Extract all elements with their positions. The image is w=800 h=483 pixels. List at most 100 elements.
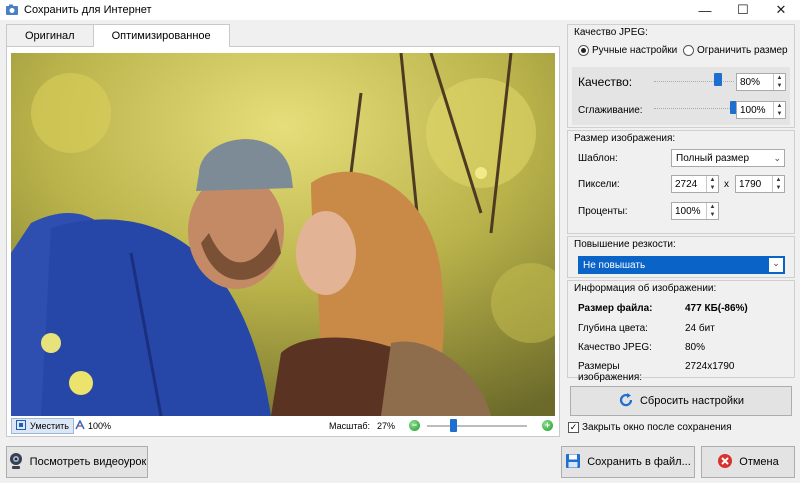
height-value: 1790 bbox=[739, 178, 762, 190]
sharpen-group: Повышение резкости: Не повышать ⌄ bbox=[567, 236, 795, 278]
preview-panel: Уместить 100% Масштаб: 27% − + bbox=[6, 46, 560, 437]
radio-limit-dot[interactable] bbox=[683, 45, 694, 56]
jpeg-quality-group: Качество JPEG: Ручные настройки Ограничи… bbox=[567, 24, 795, 128]
radio-manual-label: Ручные настройки bbox=[592, 45, 678, 56]
info-value: 24 бит bbox=[685, 323, 715, 334]
spin-up-icon[interactable]: ▲ bbox=[774, 74, 785, 82]
sharpen-group-label: Повышение резкости: bbox=[574, 239, 676, 250]
reset-icon bbox=[618, 392, 634, 411]
quality-label: Качество: bbox=[578, 75, 633, 89]
percent-spinbox[interactable]: 100% ▲ ▼ bbox=[671, 202, 719, 220]
size-group-label: Размер изображения: bbox=[574, 133, 676, 144]
smoothing-label: Сглаживание: bbox=[578, 105, 643, 116]
scale-slider-thumb[interactable] bbox=[450, 419, 457, 432]
fit-button[interactable]: Уместить bbox=[11, 418, 74, 434]
template-select[interactable]: Полный размер ⌄ bbox=[671, 149, 785, 167]
plus-icon: + bbox=[544, 420, 551, 430]
video-tutorial-button[interactable]: Посмотреть видеоурок bbox=[6, 446, 148, 478]
floppy-icon bbox=[565, 453, 581, 472]
cancel-label: Отмена bbox=[739, 456, 779, 468]
template-value: Полный размер bbox=[676, 152, 750, 164]
height-spinbox[interactable]: 1790 ▲ ▼ bbox=[735, 175, 785, 193]
tab-optimized[interactable]: Оптимизированное bbox=[92, 24, 230, 47]
preview-tabs: Оригинал Оптимизированное bbox=[6, 24, 230, 47]
smoothing-slider-track[interactable] bbox=[654, 103, 734, 109]
fit-label: Уместить bbox=[30, 421, 69, 431]
fit-icon bbox=[16, 420, 26, 432]
maximize-button[interactable]: ☐ bbox=[724, 0, 762, 20]
smoothing-value: 100% bbox=[740, 104, 766, 116]
chevron-down-icon: ⌄ bbox=[773, 153, 781, 163]
percent-label: Проценты: bbox=[578, 206, 628, 217]
info-key: Размер файла: bbox=[578, 303, 653, 314]
info-value: 80% bbox=[685, 342, 706, 353]
image-info-group: Информация об изображении: Размер файла:… bbox=[567, 280, 795, 383]
spin-down-icon[interactable]: ▼ bbox=[774, 110, 785, 118]
scale-label: Масштаб: bbox=[329, 421, 371, 431]
zoom-label: 100% bbox=[88, 421, 112, 431]
info-key: Размеры изображения: bbox=[578, 361, 643, 383]
settings-panel: Качество JPEG: Ручные настройки Ограничи… bbox=[567, 24, 795, 439]
reset-settings-button[interactable]: Сбросить настройки bbox=[570, 386, 792, 416]
window-title: Сохранить для Интернет bbox=[24, 4, 152, 16]
minus-icon: − bbox=[411, 420, 418, 430]
smoothing-spinbox[interactable]: 100% ▲ ▼ bbox=[736, 101, 786, 119]
info-key: Глубина цвета: bbox=[578, 323, 648, 334]
close-button[interactable]: ✕ bbox=[762, 0, 800, 20]
title-bar: Сохранить для Интернет — ☐ ✕ bbox=[0, 0, 800, 20]
quality-slider-track[interactable] bbox=[654, 76, 734, 82]
pixels-label: Пиксели: bbox=[578, 179, 620, 190]
close-after-save-label: Закрыть окно после сохранения bbox=[582, 422, 732, 433]
info-row: Качество JPEG: 80% bbox=[578, 342, 705, 353]
info-group-label: Информация об изображении: bbox=[574, 283, 717, 294]
quality-spinbox[interactable]: 80% ▲ ▼ bbox=[736, 73, 786, 91]
spin-down-icon[interactable]: ▼ bbox=[773, 184, 784, 192]
tab-original[interactable]: Оригинал bbox=[6, 24, 94, 46]
video-label: Посмотреть видеоурок bbox=[29, 456, 147, 468]
quality-value: 80% bbox=[740, 76, 761, 88]
info-row: Размер файла: 477 КБ(-86%) bbox=[578, 303, 748, 314]
jpeg-group-label: Качество JPEG: bbox=[574, 27, 648, 38]
info-row: Размеры изображения: 2724x1790 bbox=[578, 361, 735, 383]
spin-up-icon[interactable]: ▲ bbox=[774, 102, 785, 110]
minimize-button[interactable]: — bbox=[686, 0, 724, 20]
width-value: 2724 bbox=[675, 178, 698, 190]
percent-value: 100% bbox=[675, 205, 701, 217]
times-sign: x bbox=[724, 179, 729, 190]
radio-limit-label: Ограничить размер bbox=[697, 45, 788, 56]
spin-up-icon[interactable]: ▲ bbox=[773, 176, 784, 184]
quality-block: Качество: 80% ▲ ▼ Сглаживание: 100% ▲ ▼ bbox=[572, 67, 790, 125]
width-spinbox[interactable]: 2724 ▲ ▼ bbox=[671, 175, 719, 193]
spin-down-icon[interactable]: ▼ bbox=[774, 82, 785, 90]
zoom-in-button[interactable]: + bbox=[542, 420, 553, 431]
zoom-icon bbox=[75, 419, 85, 432]
chevron-down-icon: ⌄ bbox=[769, 258, 783, 272]
radio-manual[interactable]: Ручные настройки bbox=[578, 45, 677, 56]
info-value: 477 КБ(-86%) bbox=[685, 303, 748, 314]
image-size-group: Размер изображения: Шаблон: Полный разме… bbox=[567, 130, 795, 234]
actual-size-button[interactable]: 100% bbox=[75, 418, 111, 434]
save-label: Сохранить в файл... bbox=[587, 456, 691, 468]
cancel-button[interactable]: Отмена bbox=[701, 446, 795, 478]
scale-value: 27% bbox=[377, 421, 396, 431]
save-to-file-button[interactable]: Сохранить в файл... bbox=[561, 446, 695, 478]
sharpen-value: Не повышать bbox=[583, 259, 646, 271]
preview-toolbar: Уместить 100% Масштаб: 27% − + bbox=[7, 416, 559, 436]
quality-slider-thumb[interactable] bbox=[714, 73, 722, 86]
zoom-out-button[interactable]: − bbox=[409, 420, 420, 431]
spin-up-icon[interactable]: ▲ bbox=[707, 176, 718, 184]
radio-limit[interactable]: Ограничить размер bbox=[683, 45, 788, 56]
spin-up-icon[interactable]: ▲ bbox=[707, 203, 718, 211]
close-after-save-checkbox[interactable]: ✓ Закрыть окно после сохранения bbox=[568, 422, 732, 433]
app-icon bbox=[5, 3, 19, 17]
scale-slider-track[interactable] bbox=[427, 425, 527, 427]
sharpen-select[interactable]: Не повышать ⌄ bbox=[578, 256, 785, 274]
preview-image[interactable] bbox=[11, 53, 555, 416]
info-value: 2724x1790 bbox=[685, 361, 735, 372]
webcam-icon bbox=[8, 452, 24, 473]
spin-down-icon[interactable]: ▼ bbox=[707, 184, 718, 192]
spin-down-icon[interactable]: ▼ bbox=[707, 211, 718, 219]
close-icon: ✕ bbox=[775, 2, 787, 17]
radio-manual-dot[interactable] bbox=[578, 45, 589, 56]
checkbox-box[interactable]: ✓ bbox=[568, 422, 579, 433]
